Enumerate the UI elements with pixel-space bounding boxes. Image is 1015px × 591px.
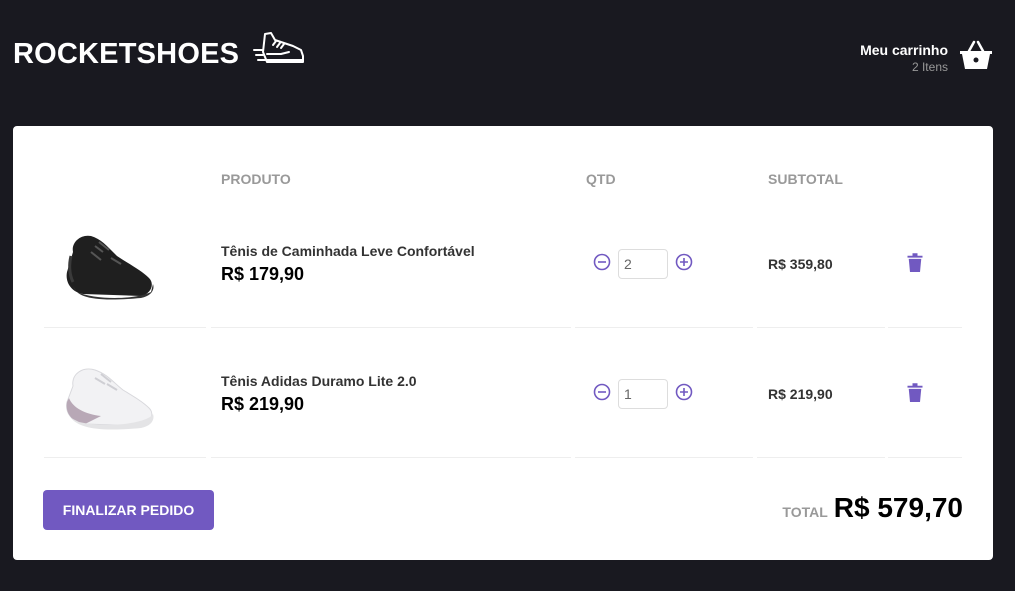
cart-button[interactable]: Meu carrinho 2 Itens (860, 40, 993, 75)
header-subtotal: SUBTOTAL (768, 171, 843, 187)
minus-circle-icon (593, 253, 611, 271)
cart-title: Meu carrinho (860, 41, 948, 58)
logo-text: ROCKETSHOES (13, 38, 240, 70)
increment-button[interactable] (674, 382, 694, 402)
cart-container: PRODUTO QTD SUBTOTAL Tênis de Caminhada … (13, 126, 993, 560)
row-divider (757, 457, 885, 458)
white-sneaker-image (55, 342, 165, 442)
delete-button[interactable] (906, 252, 924, 272)
product-name: Tênis Adidas Duramo Lite 2.0 (221, 373, 417, 389)
total-label: TOTAL (782, 504, 828, 520)
product-name: Tênis de Caminhada Leve Confortável (221, 243, 475, 259)
black-sneaker-image (55, 212, 165, 312)
row-divider (211, 457, 571, 458)
increment-button[interactable] (674, 252, 694, 272)
quantity-input[interactable] (618, 249, 668, 279)
order-total: TOTAL R$ 579,70 (782, 492, 963, 524)
row-divider (44, 457, 206, 458)
app-header: ROCKETSHOES Meu carrinho 2 Itens (0, 0, 1015, 126)
total-value: R$ 579,70 (833, 492, 963, 523)
row-subtotal: R$ 219,90 (768, 386, 833, 402)
product-price: R$ 179,90 (221, 264, 305, 284)
trash-icon (907, 383, 923, 402)
trash-icon (907, 253, 923, 272)
sneaker-logo-icon (253, 30, 305, 73)
row-subtotal: R$ 359,80 (768, 256, 833, 272)
plus-circle-icon (675, 383, 693, 401)
decrement-button[interactable] (592, 382, 612, 402)
cart-summary: Meu carrinho 2 Itens (860, 41, 948, 75)
row-divider (575, 457, 753, 458)
header-produto: PRODUTO (221, 171, 291, 187)
checkout-button[interactable]: FINALIZAR PEDIDO (43, 490, 214, 530)
header-qtd: QTD (586, 171, 616, 187)
table-row: Tênis Adidas Duramo Lite 2.0 R$ 219,90 R… (13, 328, 993, 458)
table-row: Tênis de Caminhada Leve Confortável R$ 1… (13, 198, 993, 328)
minus-circle-icon (593, 383, 611, 401)
delete-button[interactable] (906, 382, 924, 402)
decrement-button[interactable] (592, 252, 612, 272)
product-price: R$ 219,90 (221, 394, 305, 414)
quantity-input[interactable] (618, 379, 668, 409)
cart-item-count: 2 Itens (911, 59, 948, 74)
plus-circle-icon (675, 253, 693, 271)
logo[interactable]: ROCKETSHOES (13, 32, 305, 73)
row-divider (888, 457, 962, 458)
shopping-basket-icon (959, 40, 993, 75)
